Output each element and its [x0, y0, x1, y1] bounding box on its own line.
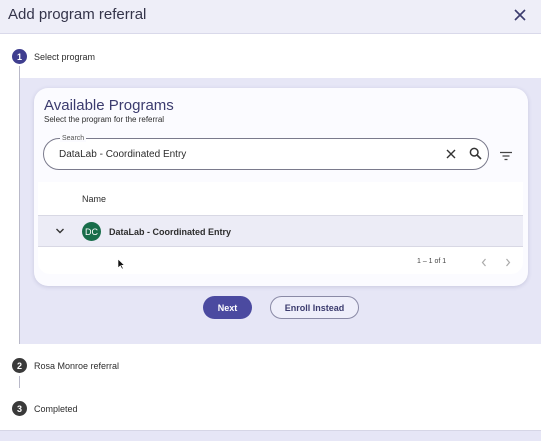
search-label: Search	[60, 135, 87, 142]
programs-table: Name DC DataLab - Coordinated Entry 1 – …	[38, 182, 523, 274]
enroll-instead-button[interactable]: Enroll Instead	[270, 296, 359, 319]
dialog-header: Add program referral	[0, 0, 541, 34]
step-1-number: 1	[12, 49, 27, 64]
available-programs-card: Available Programs Select the program fo…	[34, 88, 528, 286]
mouse-cursor-icon	[117, 258, 125, 270]
step-2-number: 2	[12, 358, 27, 373]
chevron-down-icon[interactable]	[55, 227, 65, 235]
dialog-title: Add program referral	[8, 6, 147, 23]
card-title: Available Programs	[44, 97, 174, 114]
table-row[interactable]: DC DataLab - Coordinated Entry	[38, 216, 523, 247]
search-value[interactable]: DataLab - Coordinated Entry	[59, 149, 186, 160]
next-button[interactable]: Next	[203, 296, 252, 319]
clear-icon[interactable]	[445, 148, 457, 160]
pagination-range: 1 – 1 of 1	[417, 258, 447, 265]
step-2-connector	[19, 376, 20, 388]
card-subtitle: Select the program for the referral	[44, 115, 165, 124]
chevron-left-icon[interactable]	[480, 258, 488, 267]
search-icon[interactable]	[469, 147, 482, 160]
step-3-label: Completed	[34, 404, 78, 414]
dialog-footer	[0, 430, 541, 441]
column-header-name[interactable]: Name	[82, 194, 106, 204]
step-1-label: Select program	[34, 52, 96, 62]
filter-icon[interactable]	[499, 151, 513, 161]
avatar: DC	[82, 222, 101, 241]
search-input[interactable]: Search DataLab - Coordinated Entry	[43, 135, 489, 170]
step-3-number: 3	[12, 401, 27, 416]
chevron-right-icon[interactable]	[504, 258, 512, 267]
program-name: DataLab - Coordinated Entry	[109, 227, 232, 237]
step-2-label: Rosa Monroe referral	[34, 361, 120, 371]
close-icon[interactable]	[511, 6, 529, 24]
